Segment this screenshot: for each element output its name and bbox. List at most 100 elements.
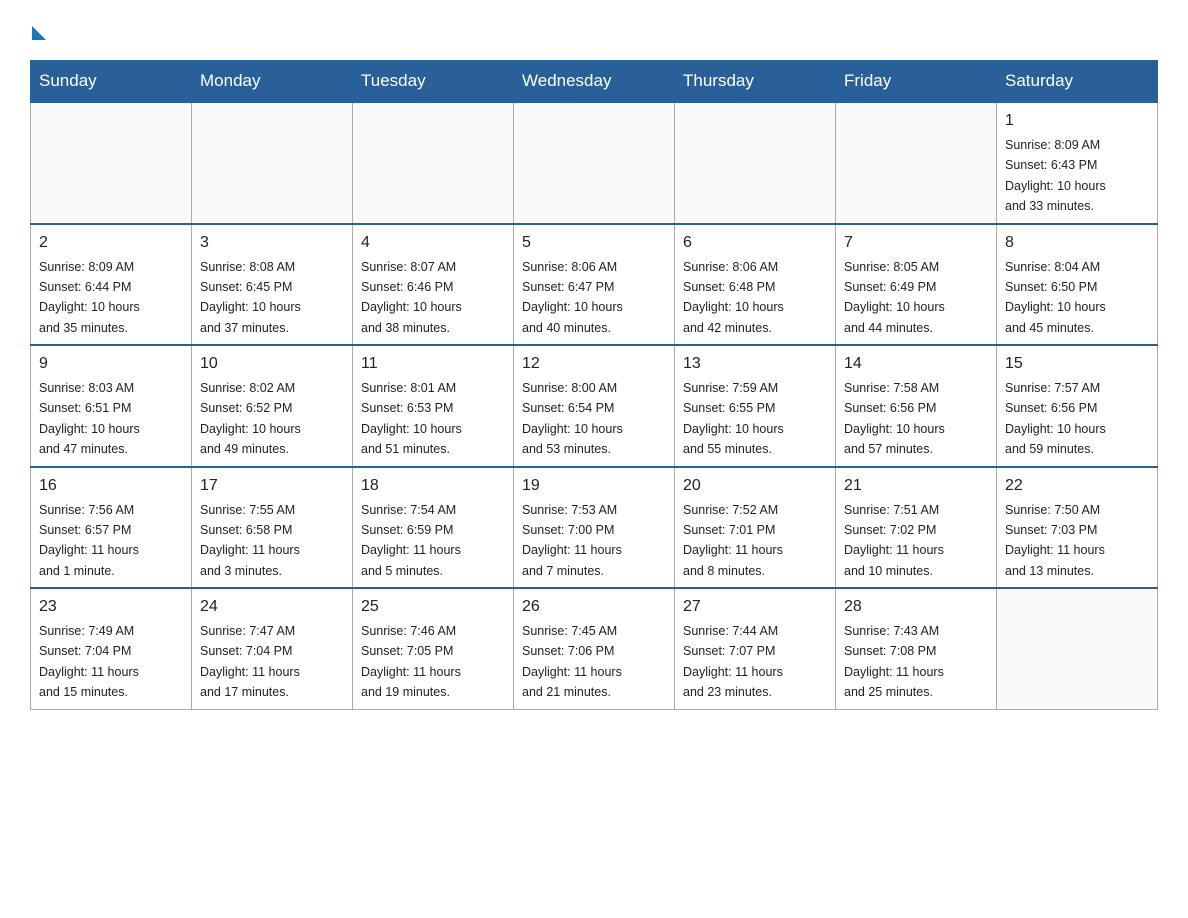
day-number: 22 xyxy=(1005,474,1149,498)
calendar-week-1: 1 Sunrise: 8:09 AM Sunset: 6:43 PM Daylig… xyxy=(31,102,1158,224)
day-number: 5 xyxy=(522,231,666,255)
calendar-cell xyxy=(675,102,836,224)
day-number: 2 xyxy=(39,231,183,255)
day-info: Sunrise: 8:00 AM Sunset: 6:54 PM Dayligh… xyxy=(522,381,623,456)
calendar-cell: 7 Sunrise: 8:05 AM Sunset: 6:49 PM Daylig… xyxy=(836,224,997,346)
calendar-cell: 13 Sunrise: 7:59 AM Sunset: 6:55 PM Dayli… xyxy=(675,345,836,467)
day-number: 14 xyxy=(844,352,988,376)
day-number: 4 xyxy=(361,231,505,255)
calendar-cell: 26 Sunrise: 7:45 AM Sunset: 7:06 PM Dayli… xyxy=(514,588,675,709)
calendar-cell: 21 Sunrise: 7:51 AM Sunset: 7:02 PM Dayli… xyxy=(836,467,997,589)
calendar-cell: 19 Sunrise: 7:53 AM Sunset: 7:00 PM Dayli… xyxy=(514,467,675,589)
day-number: 17 xyxy=(200,474,344,498)
calendar-cell: 10 Sunrise: 8:02 AM Sunset: 6:52 PM Dayli… xyxy=(192,345,353,467)
day-info: Sunrise: 7:57 AM Sunset: 6:56 PM Dayligh… xyxy=(1005,381,1106,456)
calendar-cell: 2 Sunrise: 8:09 AM Sunset: 6:44 PM Daylig… xyxy=(31,224,192,346)
day-info: Sunrise: 8:03 AM Sunset: 6:51 PM Dayligh… xyxy=(39,381,140,456)
day-number: 16 xyxy=(39,474,183,498)
day-number: 27 xyxy=(683,595,827,619)
day-info: Sunrise: 8:06 AM Sunset: 6:48 PM Dayligh… xyxy=(683,260,784,335)
day-info: Sunrise: 7:53 AM Sunset: 7:00 PM Dayligh… xyxy=(522,503,622,578)
day-number: 24 xyxy=(200,595,344,619)
day-number: 19 xyxy=(522,474,666,498)
day-number: 23 xyxy=(39,595,183,619)
calendar-cell: 11 Sunrise: 8:01 AM Sunset: 6:53 PM Dayli… xyxy=(353,345,514,467)
day-number: 6 xyxy=(683,231,827,255)
calendar-cell: 3 Sunrise: 8:08 AM Sunset: 6:45 PM Daylig… xyxy=(192,224,353,346)
day-number: 13 xyxy=(683,352,827,376)
calendar-cell: 6 Sunrise: 8:06 AM Sunset: 6:48 PM Daylig… xyxy=(675,224,836,346)
logo xyxy=(30,20,46,40)
day-info: Sunrise: 8:01 AM Sunset: 6:53 PM Dayligh… xyxy=(361,381,462,456)
day-info: Sunrise: 7:47 AM Sunset: 7:04 PM Dayligh… xyxy=(200,624,300,699)
day-info: Sunrise: 7:58 AM Sunset: 6:56 PM Dayligh… xyxy=(844,381,945,456)
logo-arrow-icon xyxy=(32,26,46,40)
day-info: Sunrise: 7:54 AM Sunset: 6:59 PM Dayligh… xyxy=(361,503,461,578)
weekday-header-monday: Monday xyxy=(192,61,353,103)
day-info: Sunrise: 7:59 AM Sunset: 6:55 PM Dayligh… xyxy=(683,381,784,456)
weekday-header-saturday: Saturday xyxy=(997,61,1158,103)
calendar-table: SundayMondayTuesdayWednesdayThursdayFrid… xyxy=(30,60,1158,710)
calendar-cell xyxy=(31,102,192,224)
calendar-cell xyxy=(353,102,514,224)
day-number: 15 xyxy=(1005,352,1149,376)
calendar-cell: 18 Sunrise: 7:54 AM Sunset: 6:59 PM Dayli… xyxy=(353,467,514,589)
day-number: 7 xyxy=(844,231,988,255)
day-number: 8 xyxy=(1005,231,1149,255)
day-number: 18 xyxy=(361,474,505,498)
day-number: 11 xyxy=(361,352,505,376)
weekday-header-sunday: Sunday xyxy=(31,61,192,103)
calendar-cell xyxy=(192,102,353,224)
calendar-week-5: 23 Sunrise: 7:49 AM Sunset: 7:04 PM Dayli… xyxy=(31,588,1158,709)
day-info: Sunrise: 8:06 AM Sunset: 6:47 PM Dayligh… xyxy=(522,260,623,335)
day-number: 26 xyxy=(522,595,666,619)
page-header xyxy=(30,20,1158,40)
calendar-cell: 14 Sunrise: 7:58 AM Sunset: 6:56 PM Dayli… xyxy=(836,345,997,467)
day-number: 3 xyxy=(200,231,344,255)
calendar-cell xyxy=(836,102,997,224)
calendar-cell: 28 Sunrise: 7:43 AM Sunset: 7:08 PM Dayli… xyxy=(836,588,997,709)
day-info: Sunrise: 7:46 AM Sunset: 7:05 PM Dayligh… xyxy=(361,624,461,699)
calendar-week-4: 16 Sunrise: 7:56 AM Sunset: 6:57 PM Dayli… xyxy=(31,467,1158,589)
day-info: Sunrise: 7:50 AM Sunset: 7:03 PM Dayligh… xyxy=(1005,503,1105,578)
day-info: Sunrise: 7:43 AM Sunset: 7:08 PM Dayligh… xyxy=(844,624,944,699)
calendar-cell: 1 Sunrise: 8:09 AM Sunset: 6:43 PM Daylig… xyxy=(997,102,1158,224)
day-number: 20 xyxy=(683,474,827,498)
calendar-week-3: 9 Sunrise: 8:03 AM Sunset: 6:51 PM Daylig… xyxy=(31,345,1158,467)
calendar-cell: 16 Sunrise: 7:56 AM Sunset: 6:57 PM Dayli… xyxy=(31,467,192,589)
day-info: Sunrise: 7:51 AM Sunset: 7:02 PM Dayligh… xyxy=(844,503,944,578)
day-info: Sunrise: 8:09 AM Sunset: 6:44 PM Dayligh… xyxy=(39,260,140,335)
weekday-header-friday: Friday xyxy=(836,61,997,103)
day-number: 12 xyxy=(522,352,666,376)
calendar-cell: 17 Sunrise: 7:55 AM Sunset: 6:58 PM Dayli… xyxy=(192,467,353,589)
day-info: Sunrise: 8:09 AM Sunset: 6:43 PM Dayligh… xyxy=(1005,138,1106,213)
calendar-cell: 9 Sunrise: 8:03 AM Sunset: 6:51 PM Daylig… xyxy=(31,345,192,467)
calendar-cell: 20 Sunrise: 7:52 AM Sunset: 7:01 PM Dayli… xyxy=(675,467,836,589)
day-info: Sunrise: 7:55 AM Sunset: 6:58 PM Dayligh… xyxy=(200,503,300,578)
day-info: Sunrise: 8:07 AM Sunset: 6:46 PM Dayligh… xyxy=(361,260,462,335)
day-info: Sunrise: 8:02 AM Sunset: 6:52 PM Dayligh… xyxy=(200,381,301,456)
day-info: Sunrise: 7:52 AM Sunset: 7:01 PM Dayligh… xyxy=(683,503,783,578)
day-info: Sunrise: 8:05 AM Sunset: 6:49 PM Dayligh… xyxy=(844,260,945,335)
day-number: 21 xyxy=(844,474,988,498)
weekday-header-wednesday: Wednesday xyxy=(514,61,675,103)
day-number: 25 xyxy=(361,595,505,619)
day-number: 10 xyxy=(200,352,344,376)
day-number: 28 xyxy=(844,595,988,619)
day-number: 9 xyxy=(39,352,183,376)
day-info: Sunrise: 7:44 AM Sunset: 7:07 PM Dayligh… xyxy=(683,624,783,699)
calendar-cell xyxy=(514,102,675,224)
calendar-cell: 27 Sunrise: 7:44 AM Sunset: 7:07 PM Dayli… xyxy=(675,588,836,709)
day-info: Sunrise: 8:04 AM Sunset: 6:50 PM Dayligh… xyxy=(1005,260,1106,335)
calendar-cell: 25 Sunrise: 7:46 AM Sunset: 7:05 PM Dayli… xyxy=(353,588,514,709)
day-info: Sunrise: 7:45 AM Sunset: 7:06 PM Dayligh… xyxy=(522,624,622,699)
weekday-header-row: SundayMondayTuesdayWednesdayThursdayFrid… xyxy=(31,61,1158,103)
day-info: Sunrise: 7:56 AM Sunset: 6:57 PM Dayligh… xyxy=(39,503,139,578)
calendar-cell: 4 Sunrise: 8:07 AM Sunset: 6:46 PM Daylig… xyxy=(353,224,514,346)
calendar-cell xyxy=(997,588,1158,709)
day-info: Sunrise: 8:08 AM Sunset: 6:45 PM Dayligh… xyxy=(200,260,301,335)
day-number: 1 xyxy=(1005,109,1149,133)
calendar-cell: 22 Sunrise: 7:50 AM Sunset: 7:03 PM Dayli… xyxy=(997,467,1158,589)
calendar-week-2: 2 Sunrise: 8:09 AM Sunset: 6:44 PM Daylig… xyxy=(31,224,1158,346)
day-info: Sunrise: 7:49 AM Sunset: 7:04 PM Dayligh… xyxy=(39,624,139,699)
